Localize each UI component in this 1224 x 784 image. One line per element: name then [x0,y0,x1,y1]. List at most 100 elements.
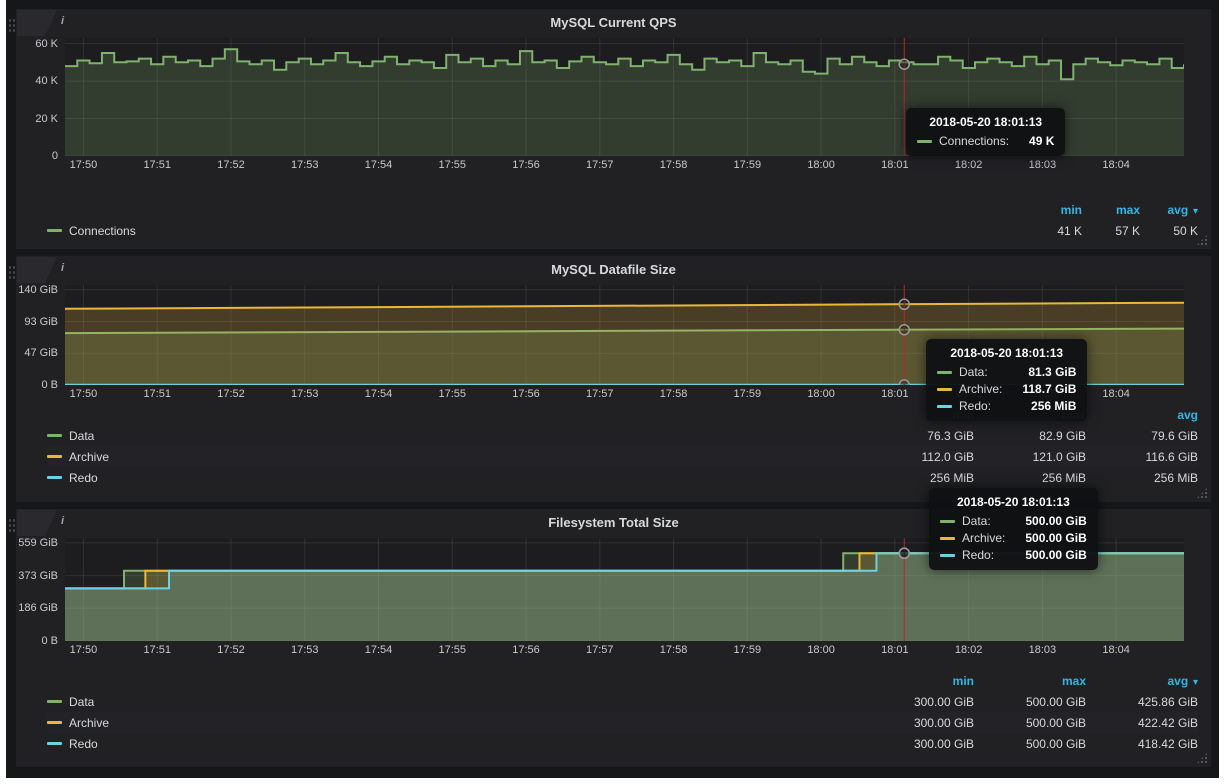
legend-values: 112.0 GiB121.0 GiB116.6 GiB [862,450,1198,464]
legend-values: 300.00 GiB500.00 GiB425.86 GiB [862,695,1198,709]
y-tick-label: 47 GiB [24,347,58,359]
legend-sort-avg[interactable]: avg ▾ [1086,674,1198,688]
x-tick-label: 18:02 [955,644,983,656]
tooltip-row: Data:500.00 GiB [940,514,1087,528]
x-tick-label: 17:59 [734,159,762,171]
y-tick-label: 0 B [41,635,58,647]
series-color-swatch-icon [47,476,62,479]
panel-title[interactable]: MySQL Datafile Size [17,257,1210,283]
x-tick-label: 17:51 [143,159,171,171]
legend-sort-max[interactable]: max [1082,203,1140,217]
legend-series-name: Data [69,695,94,709]
panel-drag-handle[interactable] [8,518,16,532]
tooltip-series-label: Data: [937,365,988,379]
legend-values: 76.3 GiB82.9 GiB79.6 GiB [862,429,1198,443]
tooltip-series-value: 118.7 GiB [1002,382,1076,396]
tooltip-row: Archive:118.7 GiB [937,382,1076,396]
x-tick-label: 17:58 [660,159,688,171]
legend-series-toggle[interactable]: Archive [47,450,109,464]
legend-avg-value: 50 K [1140,224,1198,238]
chart-tooltip: 2018-05-20 18:01:13 Data: 81.3 GiB Archive… [926,339,1087,421]
legend-series-toggle[interactable]: Redo [47,471,98,485]
series-color-swatch-icon [47,455,62,458]
panel-mysql-datafile-size: i MySQL Datafile Size 0 B47 GiB93 GiB140… [16,256,1211,502]
series-color-swatch-icon [937,405,952,408]
legend-sort-avg[interactable]: avg [1086,408,1198,422]
sort-caret-icon: ▾ [1190,206,1198,217]
y-axis-labels: 0 B186 GiB373 GiB559 GiB [17,538,65,641]
legend-series-toggle[interactable]: Redo [47,737,98,751]
x-tick-label: 18:00 [807,159,835,171]
chart-tooltip: 2018-05-20 18:01:13 Connections:49 K [906,108,1065,156]
series-color-swatch-icon [47,742,62,745]
series-color-swatch-icon [937,371,952,374]
legend-sort-min[interactable]: min [1024,203,1082,217]
legend-min-value: 112.0 GiB [862,450,974,464]
tooltip-series-label: Archive: [940,531,1005,545]
x-tick-label: 17:53 [291,388,319,400]
info-icon: i [61,262,64,274]
y-tick-label: 186 GiB [18,602,58,614]
x-tick-label: 17:52 [217,644,245,656]
panel-title[interactable]: MySQL Current QPS [17,10,1210,36]
x-tick-label: 17:54 [365,159,393,171]
grafana-dashboard: i MySQL Current QPS 020 K40 K60 K 17:501… [6,0,1219,778]
legend-series-toggle[interactable]: Data [47,429,94,443]
legend-min-value: 41 K [1024,224,1082,238]
tooltip-series-label: Redo: [937,399,991,413]
legend-values: 256 MiB256 MiB256 MiB [862,471,1198,485]
panel-drag-handle[interactable] [8,265,16,279]
legend-max-value: 121.0 GiB [974,450,1086,464]
legend-series-toggle[interactable]: Archive [47,716,109,730]
panel-filesystem-total-size: i Filesystem Total Size 0 B186 GiB373 Gi… [16,509,1211,767]
tooltip-timestamp: 2018-05-20 18:01:13 [937,346,1076,360]
legend-avg-value: 116.6 GiB [1086,450,1198,464]
x-tick-label: 17:58 [660,644,688,656]
x-tick-label: 17:54 [365,644,393,656]
panel-mysql-current-qps: i MySQL Current QPS 020 K40 K60 K 17:501… [16,9,1211,249]
legend-max-value: 82.9 GiB [974,429,1086,443]
legend-min-value: 300.00 GiB [862,737,974,751]
legend-row: Data 76.3 GiB82.9 GiB79.6 GiB [47,425,1198,446]
series-color-swatch-icon [47,721,62,724]
x-tick-label: 18:00 [807,644,835,656]
x-tick-label: 17:53 [291,159,319,171]
series-color-swatch-icon [940,554,955,557]
x-tick-label: 17:56 [512,388,540,400]
legend-sort-avg[interactable]: avg ▾ [1140,203,1198,217]
legend-values: 41 K57 K50 K [1024,224,1198,238]
x-tick-label: 18:03 [1029,644,1057,656]
y-tick-label: 559 GiB [18,537,58,549]
tooltip-series-name: Connections: [939,134,1009,148]
legend-row: Data 300.00 GiB500.00 GiB425.86 GiB [47,691,1198,712]
x-tick-label: 18:01 [881,388,909,400]
legend-series-toggle[interactable]: Connections [47,224,136,238]
series-color-swatch-icon [940,520,955,523]
legend-sort-min[interactable]: min [862,674,974,688]
tooltip-series-name: Archive: [959,382,1002,396]
legend-avg-value: 256 MiB [1086,471,1198,485]
tooltip-row: Archive:500.00 GiB [940,531,1087,545]
legend-row: Connections 41 K57 K50 K [47,220,1198,241]
legend-min-value: 300.00 GiB [862,695,974,709]
legend-max-value: 500.00 GiB [974,695,1086,709]
tooltip-series-name: Redo: [962,548,994,562]
panel-drag-handle[interactable] [8,18,16,32]
tooltip-series-value: 81.3 GiB [1008,365,1076,379]
legend-row: Archive 112.0 GiB121.0 GiB116.6 GiB [47,446,1198,467]
x-tick-label: 17:53 [291,644,319,656]
x-tick-label: 18:04 [1102,159,1130,171]
x-tick-label: 17:58 [660,388,688,400]
series-color-swatch-icon [917,140,932,143]
tooltip-series-name: Data: [959,365,988,379]
panel-resize-handle[interactable] [1196,487,1208,499]
legend-series-toggle[interactable]: Data [47,695,94,709]
tooltip-series-label: Archive: [937,382,1002,396]
tooltip-row: Redo:500.00 GiB [940,548,1087,562]
panel-legend: minmaxavg ▾ Connections 41 K57 K50 K [17,200,1210,241]
x-tick-label: 17:50 [70,644,98,656]
series-color-swatch-icon [47,700,62,703]
legend-sort-max[interactable]: max [974,674,1086,688]
tooltip-series-value: 49 K [1009,134,1054,148]
legend-min-value: 300.00 GiB [862,716,974,730]
